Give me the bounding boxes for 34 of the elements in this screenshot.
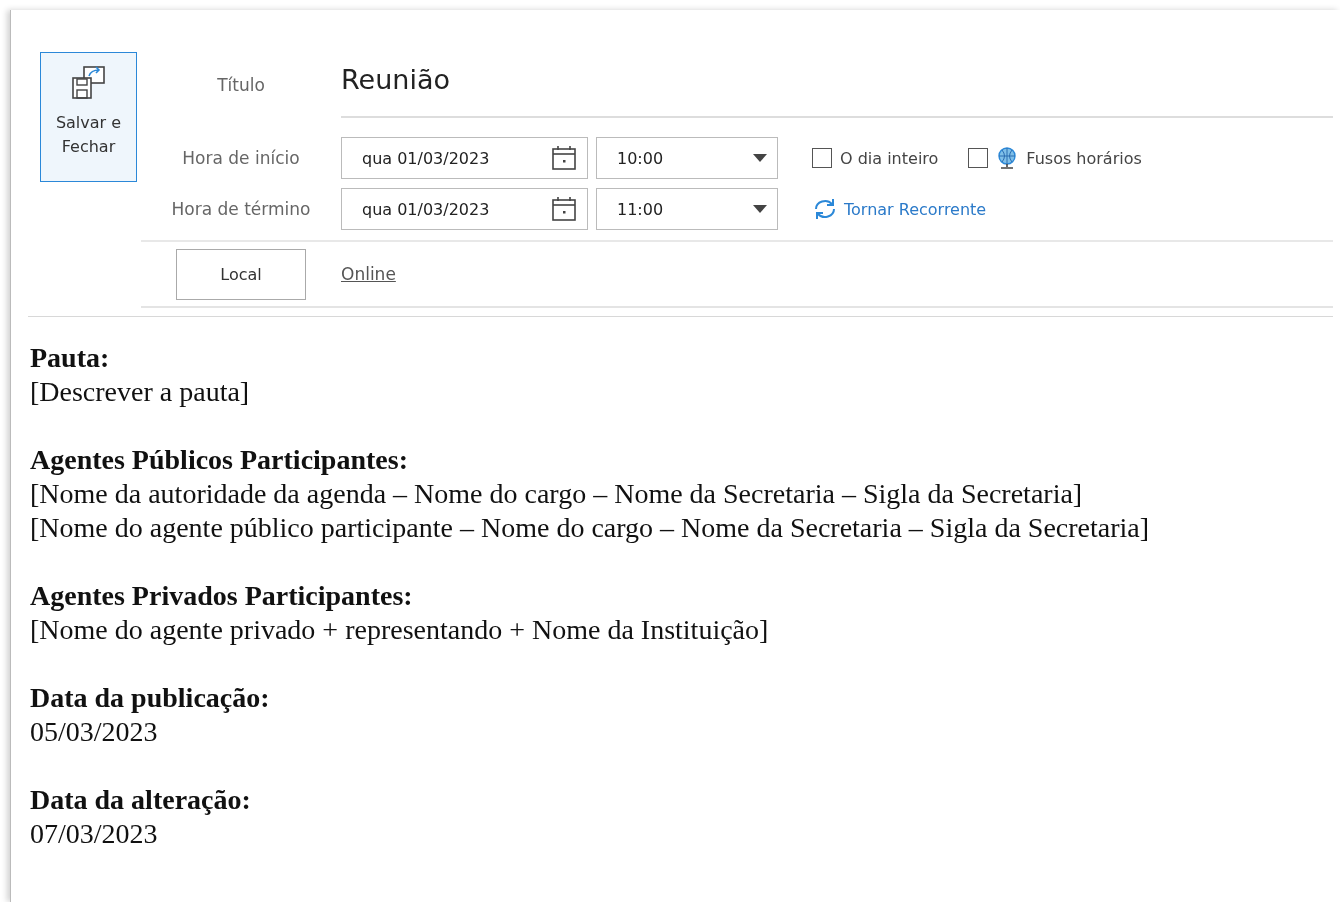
field-label: Título [216,74,266,95]
section-heading: Data da alteração: [30,783,252,817]
caret-icon [753,154,767,162]
location-field[interactable]: Online [341,264,396,284]
field-label: Hora de início [181,148,301,168]
title-field[interactable]: Reunião [341,51,1333,118]
date-field[interactable]: qua 01/03/2023 [341,137,588,179]
calendar-icon[interactable] [551,145,577,171]
section-heading: Pauta: [30,341,111,375]
globe-icon [996,146,1019,170]
body-text: [Nome do agente privado + representando + Nome da Instituição] [30,613,770,647]
section-heading: Agentes Públicos Participantes: [30,443,409,477]
time-dropdown[interactable]: 10:00 [596,137,778,179]
checkbox[interactable] [968,148,989,168]
section-heading: Data da publicação: [30,681,271,715]
body-text: [Descrever a pauta] [30,375,251,409]
caret-icon [753,205,767,213]
section-heading: Agentes Privados Participantes: [30,579,414,613]
checkbox[interactable] [812,148,832,168]
refresh-icon [812,198,838,220]
calendar-icon[interactable] [551,196,577,222]
date-field[interactable]: qua 01/03/2023 [341,188,588,230]
body-text: 05/03/2023 [30,715,159,749]
field-label: Hora de término [170,199,312,219]
location-button[interactable]: Local [176,248,306,300]
time-dropdown[interactable]: 11:00 [596,188,778,230]
body-text: [Nome da autoridade da agenda – Nome do cargo – Nome da Secretaria – Sigla da Secretaria] [30,477,1084,511]
checkbox-label: Fusos horários [1026,148,1142,168]
save-icon [69,65,108,101]
body-text: [Nome do agente público participante – Nome do cargo – Nome da Secretaria – Sigla da Secretaria] [30,511,1151,545]
save-and-close-button[interactable]: Salvar e Fechar [40,52,137,182]
body-text: 07/03/2023 [30,817,159,851]
make-recurring-link[interactable]: Tornar Recorrente [812,198,987,220]
checkbox-label: O dia inteiro [840,148,939,168]
